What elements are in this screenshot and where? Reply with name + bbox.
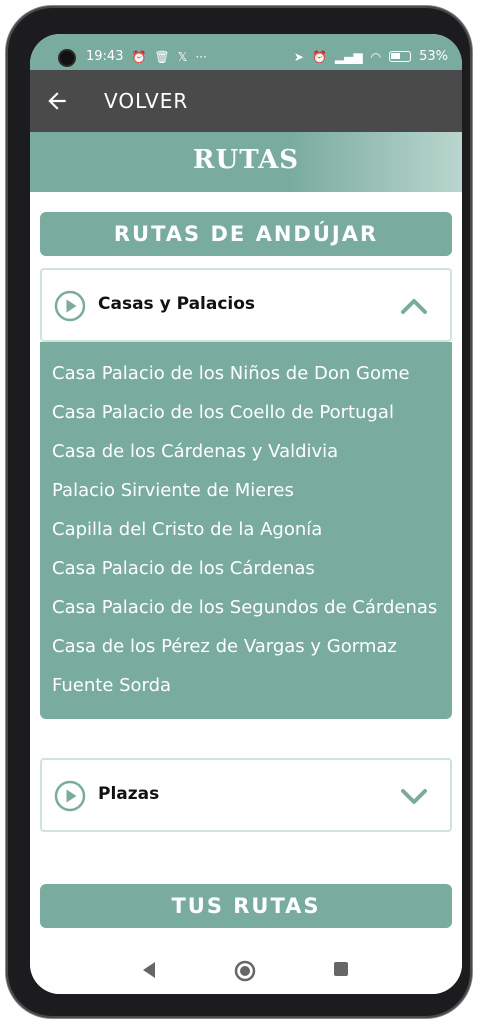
route-item[interactable]: Fuente Sorda bbox=[40, 666, 452, 705]
alarm-icon: ⏰ bbox=[131, 49, 147, 64]
page-banner: RUTAS bbox=[30, 132, 462, 192]
wifi-icon: ◠ bbox=[370, 49, 382, 64]
route-item[interactable]: Casa Palacio de los Niños de Don Gome bbox=[40, 354, 452, 393]
chevron-up-icon[interactable] bbox=[400, 296, 428, 316]
nav-recents-icon[interactable] bbox=[332, 960, 350, 978]
front-camera bbox=[60, 51, 74, 65]
status-bar: 19:43 ⏰ 🗑 𝕏 ··· ➤ ⏰ ▂▄▆ ◠ 53% bbox=[30, 34, 462, 70]
route-item[interactable]: Palacio Sirviente de Mieres bbox=[40, 471, 452, 510]
back-arrow-icon[interactable] bbox=[44, 88, 70, 114]
accordion-body-casas-y-palacios: Casa Palacio de los Niños de Don Gome Ca… bbox=[40, 342, 452, 719]
play-icon bbox=[54, 290, 86, 322]
app-bar: VOLVER bbox=[30, 70, 462, 132]
alarm-icon: ⏰ bbox=[311, 49, 327, 64]
phone-frame: 19:43 ⏰ 🗑 𝕏 ··· ➤ ⏰ ▂▄▆ ◠ 53% VOLVER RUT… bbox=[6, 6, 472, 1018]
route-item[interactable]: Casa Palacio de los Cárdenas bbox=[40, 549, 452, 588]
back-button-label[interactable]: VOLVER bbox=[104, 89, 188, 113]
route-item[interactable]: Casa de los Cárdenas y Valdivia bbox=[40, 432, 452, 471]
signal-icon: ▂▄▆ bbox=[334, 49, 363, 64]
accordion-casas-y-palacios[interactable]: Casas y Palacios bbox=[40, 268, 452, 342]
battery-level: 53% bbox=[419, 49, 448, 64]
battery-icon bbox=[389, 51, 412, 62]
page-title: RUTAS bbox=[192, 145, 300, 175]
route-item[interactable]: Casa Palacio de los Segundos de Cárdenas bbox=[40, 588, 452, 627]
play-icon bbox=[54, 780, 86, 812]
screen: 19:43 ⏰ 🗑 𝕏 ··· ➤ ⏰ ▂▄▆ ◠ 53% VOLVER RUT… bbox=[30, 34, 462, 994]
your-routes-section-header[interactable]: TUS RUTAS bbox=[40, 884, 452, 928]
routes-section-header: RUTAS DE ANDÚJAR bbox=[40, 212, 452, 256]
accordion-label: Plazas bbox=[98, 784, 160, 804]
nav-back-icon[interactable] bbox=[140, 960, 158, 980]
trash-icon: 🗑 bbox=[154, 49, 170, 64]
x-icon: 𝕏 bbox=[177, 49, 188, 64]
route-item[interactable]: Casa Palacio de los Coello de Portugal bbox=[40, 393, 452, 432]
location-icon: ➤ bbox=[293, 49, 304, 64]
route-item[interactable]: Casa de los Pérez de Vargas y Gormaz bbox=[40, 627, 452, 666]
system-nav-bar bbox=[30, 946, 462, 994]
more-icon: ··· bbox=[195, 49, 207, 64]
accordion-label: Casas y Palacios bbox=[98, 294, 256, 314]
route-item[interactable]: Capilla del Cristo de la Agonía bbox=[40, 510, 452, 549]
nav-home-icon[interactable] bbox=[234, 960, 256, 982]
accordion-plazas[interactable]: Plazas bbox=[40, 758, 452, 832]
chevron-down-icon[interactable] bbox=[400, 786, 428, 806]
status-time: 19:43 bbox=[86, 49, 124, 64]
